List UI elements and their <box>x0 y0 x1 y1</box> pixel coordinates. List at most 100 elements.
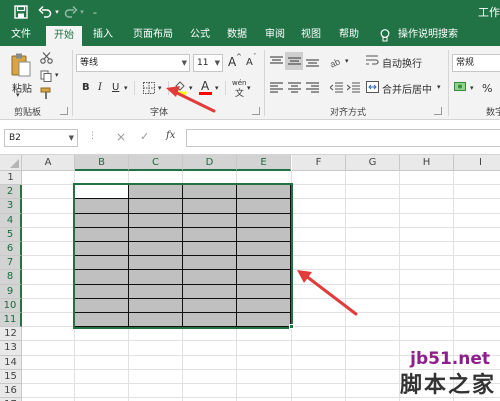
row-header-16[interactable]: 16 <box>0 384 22 399</box>
wrap-text-button[interactable]: 自动换行 <box>382 55 422 70</box>
row-header-10[interactable]: 10 <box>0 298 22 313</box>
align-right-icon[interactable] <box>306 82 319 93</box>
column-header-c[interactable]: C <box>129 155 183 171</box>
tab-review[interactable]: 审阅 <box>258 24 292 46</box>
paste-dropdown-icon[interactable]: ▾ <box>16 91 20 99</box>
svg-text:ab: ab <box>330 56 342 68</box>
row-header-9[interactable]: 9 <box>0 284 22 299</box>
row-header-2[interactable]: 2 <box>0 185 22 200</box>
align-middle-icon[interactable] <box>288 56 301 67</box>
underline-button[interactable]: U <box>112 82 119 93</box>
insert-function-button[interactable]: fx <box>166 130 175 141</box>
column-header-e[interactable]: E <box>237 155 291 171</box>
accounting-format-icon[interactable] <box>454 80 468 93</box>
clipboard-launcher-icon[interactable] <box>60 107 68 115</box>
wrap-text-icon[interactable] <box>366 55 379 67</box>
number-format-combo[interactable]: 常规 <box>452 54 500 72</box>
format-painter-icon[interactable] <box>40 87 52 100</box>
column-header-a[interactable]: A <box>22 155 75 171</box>
borders-icon[interactable] <box>143 82 155 94</box>
italic-button[interactable]: I <box>98 82 102 93</box>
column-header-i[interactable]: I <box>454 155 500 171</box>
redo-dropdown-icon[interactable]: ▾ <box>78 3 86 21</box>
column-header-g[interactable]: G <box>346 155 400 171</box>
shrink-font-button[interactable]: A <box>246 57 253 68</box>
percent-button[interactable]: % <box>482 82 492 95</box>
tab-data[interactable]: 数据 <box>220 24 254 46</box>
tab-home[interactable]: 开始 <box>46 26 82 46</box>
row-header-14[interactable]: 14 <box>0 355 22 370</box>
font-launcher-icon[interactable] <box>252 107 260 115</box>
tab-insert[interactable]: 插入 <box>86 24 120 46</box>
borders-dropdown-icon[interactable]: ▾ <box>158 84 162 92</box>
alignment-launcher-icon[interactable] <box>434 107 442 115</box>
row-header-4[interactable]: 4 <box>0 213 22 228</box>
chevron-down-icon: ▼ <box>181 59 187 67</box>
row-header-12[interactable]: 12 <box>0 327 22 342</box>
font-color-dropdown-icon[interactable]: ▾ <box>215 84 219 92</box>
row-header-8[interactable]: 8 <box>0 270 22 285</box>
font-size-combo[interactable]: 11 ▼ <box>193 54 223 72</box>
underline-dropdown-icon[interactable]: ▾ <box>124 84 128 92</box>
formula-bar: B2 ▼ ⋮ × ✓ fx <box>0 121 500 155</box>
redo-icon[interactable] <box>64 5 78 19</box>
align-bottom-icon[interactable] <box>306 56 319 67</box>
decrease-indent-icon[interactable] <box>330 82 343 93</box>
tab-help[interactable]: 帮助 <box>332 24 366 46</box>
row-header-15[interactable]: 15 <box>0 369 22 384</box>
formula-bar-grip[interactable]: ⋮ <box>88 131 97 141</box>
column-header-b[interactable]: B <box>75 155 129 171</box>
merge-center-button[interactable]: 合并后居中 <box>382 81 432 96</box>
formula-input[interactable] <box>186 129 500 147</box>
undo-icon[interactable] <box>38 5 52 19</box>
paste-icon[interactable] <box>10 52 32 78</box>
undo-dropdown-icon[interactable]: ▾ <box>53 3 61 21</box>
column-header-h[interactable]: H <box>400 155 454 171</box>
row-header-11[interactable]: 11 <box>0 313 22 328</box>
tell-me-search[interactable]: 操作说明搜索 <box>398 24 458 46</box>
row-header-5[interactable]: 5 <box>0 227 22 242</box>
orientation-icon[interactable]: ab <box>330 55 344 68</box>
increase-indent-icon[interactable] <box>347 82 360 93</box>
merge-dropdown-icon[interactable]: ▾ <box>437 83 441 91</box>
enter-entry-button[interactable]: ✓ <box>140 130 149 143</box>
row-header-13[interactable]: 13 <box>0 341 22 356</box>
tab-file[interactable]: 文件 <box>4 24 38 46</box>
cut-icon[interactable] <box>40 52 53 64</box>
phonetic-dropdown-icon[interactable]: ▾ <box>247 84 251 92</box>
align-left-icon[interactable] <box>270 82 283 93</box>
align-top-icon[interactable] <box>270 56 283 67</box>
font-name-combo[interactable]: 等线 ▼ <box>76 54 190 72</box>
copy-icon[interactable] <box>40 70 52 82</box>
alignment-group-label: 对齐方式 <box>330 108 367 118</box>
row-header-6[interactable]: 6 <box>0 242 22 257</box>
row-header-1[interactable]: 1 <box>0 171 22 186</box>
fill-color-dropdown-icon[interactable]: ▾ <box>189 84 193 92</box>
bold-button[interactable]: B <box>82 82 90 93</box>
row-header-7[interactable]: 7 <box>0 256 22 271</box>
column-header-d[interactable]: D <box>183 155 237 171</box>
grow-font-button[interactable]: A <box>228 55 236 69</box>
cancel-entry-button[interactable]: × <box>116 130 126 144</box>
select-all-corner[interactable] <box>0 155 22 171</box>
gridline <box>345 171 346 401</box>
copy-dropdown-icon[interactable]: ▾ <box>55 71 59 79</box>
name-box[interactable]: B2 ▼ <box>4 129 78 147</box>
tab-page-layout[interactable]: 页面布局 <box>125 24 181 46</box>
row-header-3[interactable]: 3 <box>0 199 22 214</box>
orientation-dropdown-icon[interactable]: ▾ <box>345 57 349 65</box>
align-center-icon[interactable] <box>288 82 301 93</box>
tab-view[interactable]: 视图 <box>294 24 328 46</box>
merge-center-icon[interactable] <box>366 81 379 93</box>
save-icon[interactable] <box>14 5 28 19</box>
title-bar: ▾ ▾ ₌ 工作 <box>0 0 500 24</box>
customize-qat-icon[interactable]: ₌ <box>90 3 100 21</box>
tab-formulas[interactable]: 公式 <box>183 24 217 46</box>
fill-color-icon[interactable] <box>174 80 187 95</box>
watermark-brand: 脚本之家 <box>399 373 496 398</box>
accounting-dropdown-icon[interactable]: ▾ <box>470 84 474 92</box>
font-color-button[interactable]: A <box>201 79 209 93</box>
column-header-f[interactable]: F <box>292 155 346 171</box>
fill-handle[interactable] <box>289 324 294 330</box>
paste-label[interactable]: 粘贴 <box>12 80 32 95</box>
